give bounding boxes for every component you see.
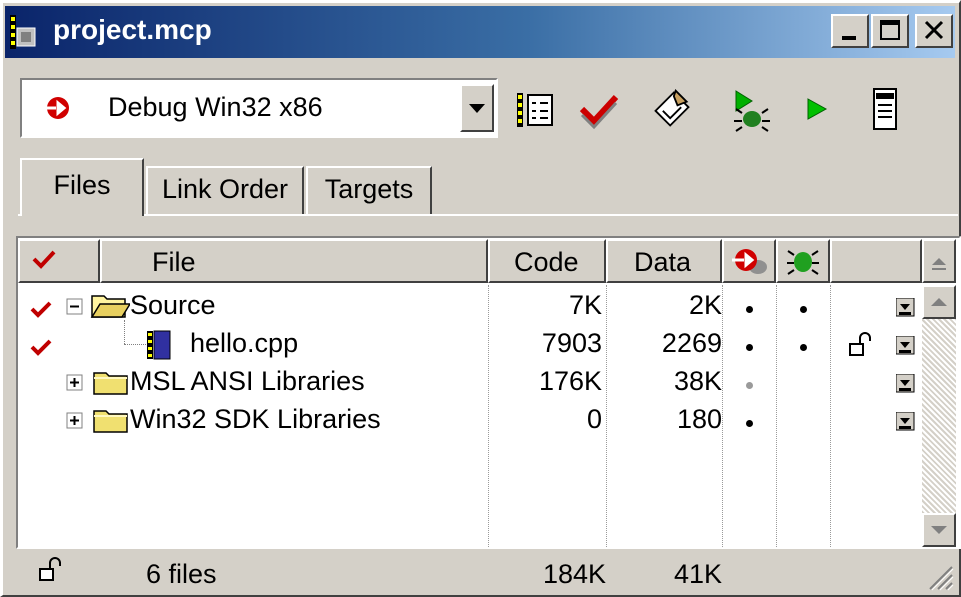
window-title: project.mcp <box>53 14 212 45</box>
table-row[interactable]: Source 7K 2K <box>18 288 922 324</box>
in-target-indicator[interactable] <box>746 306 753 313</box>
target-settings-icon[interactable] <box>514 85 558 133</box>
data-total: 41K <box>673 559 722 589</box>
target-select-value: Debug Win32 x86 <box>108 92 323 122</box>
row-menu-icon[interactable] <box>896 298 916 318</box>
bug-icon <box>787 250 819 275</box>
file-count: 6 files <box>146 559 217 589</box>
row-menu-icon[interactable] <box>896 374 916 394</box>
scroll-up-button[interactable] <box>922 285 956 319</box>
header-file-label: File <box>152 247 196 277</box>
tab-targets-label: Targets <box>324 174 414 204</box>
title-bar[interactable]: project.mcp <box>5 6 955 58</box>
project-file-icon <box>10 15 36 49</box>
header-code[interactable]: Code <box>488 239 606 283</box>
header-data-label: Data <box>634 247 692 277</box>
row-data: 2269 <box>661 328 722 358</box>
chevron-down-icon <box>469 104 485 113</box>
column-scroll-icon <box>932 258 946 270</box>
checkmark-icon <box>30 301 52 318</box>
status-bar: 6 files 184K 41K <box>16 553 956 595</box>
minimize-icon <box>842 36 856 40</box>
scroll-down-button[interactable] <box>922 513 956 547</box>
header-target[interactable] <box>722 239 776 283</box>
synchronize-modification-dates-icon[interactable] <box>578 85 622 133</box>
header-touch[interactable] <box>18 239 100 283</box>
debug-indicator[interactable] <box>800 344 807 351</box>
unlocked-icon[interactable] <box>848 332 874 358</box>
in-target-indicator[interactable] <box>746 382 753 389</box>
row-name: hello.cpp <box>190 328 299 358</box>
run-icon[interactable] <box>800 85 844 133</box>
tab-files-label: Files <box>53 170 111 200</box>
target-icon <box>44 97 69 119</box>
chevron-down-icon <box>931 526 947 534</box>
expand-icon[interactable] <box>66 374 84 392</box>
header-debug[interactable] <box>776 239 830 283</box>
unlocked-icon[interactable] <box>38 557 64 583</box>
in-target-indicator[interactable] <box>746 420 753 427</box>
open-folder-icon <box>90 295 130 318</box>
tab-divider <box>18 214 958 216</box>
row-code: 7K <box>568 290 602 320</box>
vertical-scrollbar[interactable] <box>922 285 956 547</box>
header-data[interactable]: Data <box>606 239 722 283</box>
row-code: 0 <box>586 404 602 434</box>
row-code: 176K <box>538 366 602 396</box>
target-select-dropdown-button[interactable] <box>460 84 494 132</box>
maximize-icon <box>880 20 900 40</box>
expand-icon[interactable] <box>66 412 84 430</box>
header-code-label: Code <box>514 247 579 277</box>
tab-link-order[interactable]: Link Order <box>146 166 304 214</box>
close-button[interactable] <box>915 14 953 48</box>
row-data: 180 <box>676 404 722 434</box>
minimize-button[interactable] <box>831 14 869 48</box>
table-row[interactable]: Win32 SDK Libraries 0 180 <box>18 402 922 438</box>
folder-icon <box>93 410 128 433</box>
chevron-up-icon <box>931 298 947 306</box>
row-menu-icon[interactable] <box>896 336 916 356</box>
file-icon <box>147 330 171 360</box>
debug-icon[interactable] <box>730 85 774 133</box>
close-icon <box>924 20 944 40</box>
resize-grip-icon[interactable] <box>926 563 954 591</box>
target-icon <box>732 249 767 274</box>
checkmark-icon <box>30 339 52 356</box>
header-scroll-corner <box>922 239 956 283</box>
header-extra[interactable] <box>830 239 922 283</box>
folder-icon <box>93 372 128 395</box>
row-data: 2K <box>688 290 722 320</box>
tab-link-order-label: Link Order <box>161 174 289 204</box>
make-icon[interactable] <box>650 85 694 133</box>
maximize-button[interactable] <box>871 14 909 48</box>
row-name: Win32 SDK Libraries <box>130 404 381 434</box>
code-total: 184K <box>542 559 606 589</box>
project-inspector-icon[interactable] <box>864 85 908 133</box>
table-row[interactable]: hello.cpp 7903 2269 <box>18 326 922 362</box>
table-row[interactable]: MSL ANSI Libraries 176K 38K <box>18 364 922 400</box>
row-menu-icon[interactable] <box>896 412 916 432</box>
row-name: MSL ANSI Libraries <box>130 366 365 396</box>
row-name: Source <box>130 290 216 320</box>
header-file[interactable]: File <box>100 239 488 283</box>
collapse-icon[interactable] <box>66 298 84 316</box>
debug-indicator[interactable] <box>800 306 807 313</box>
tab-files[interactable]: Files <box>20 158 144 216</box>
row-code: 7903 <box>541 328 602 358</box>
tab-targets[interactable]: Targets <box>306 166 432 214</box>
checkmark-icon <box>32 250 56 269</box>
target-select[interactable]: Debug Win32 x86 <box>20 78 498 138</box>
row-data: 38K <box>673 366 722 396</box>
in-target-indicator[interactable] <box>746 344 753 351</box>
